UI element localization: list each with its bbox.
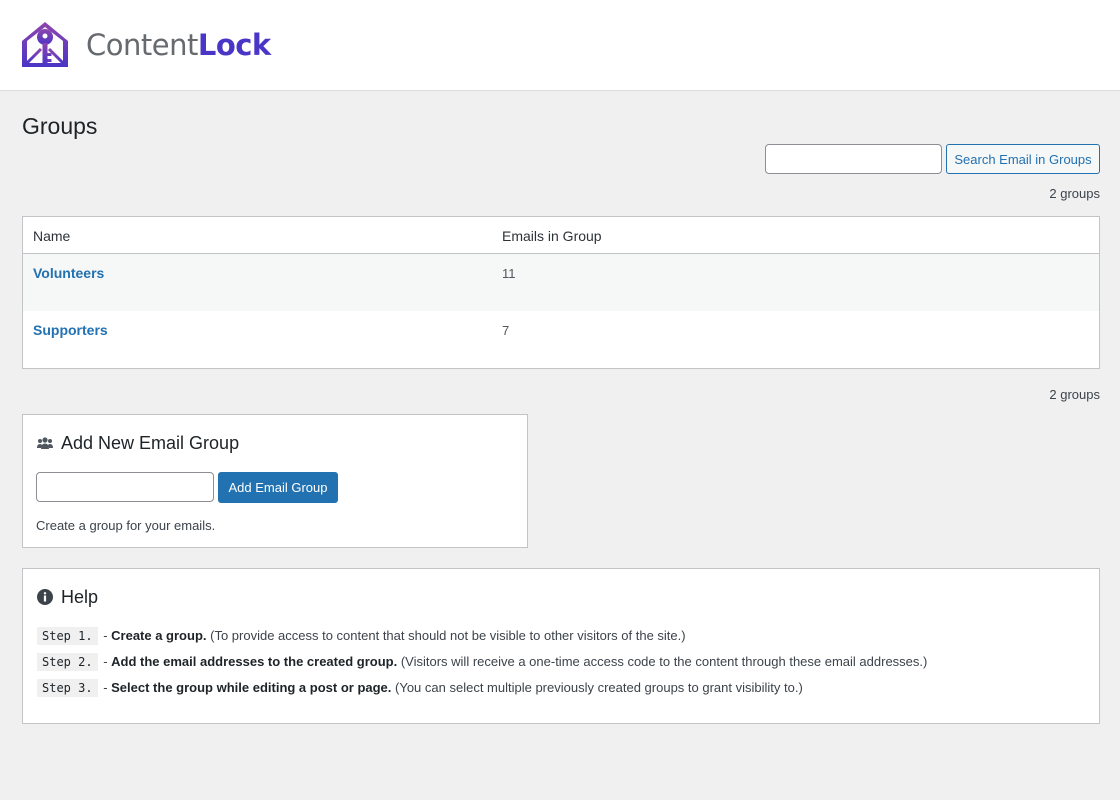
step-note: (To provide access to content that shoul…: [206, 628, 686, 643]
add-group-title: Add New Email Group: [61, 433, 240, 453]
groups-count-bottom: 2 groups: [1049, 387, 1100, 402]
step-action: Create a group.: [111, 628, 207, 643]
step-note: (Visitors will receive a one-time access…: [397, 654, 928, 669]
help-step-1: Step 1. - Create a group. (To provide ac…: [37, 627, 686, 645]
column-header-name[interactable]: Name: [33, 228, 70, 244]
logo-envelope-key-icon: [22, 22, 68, 67]
help-card: Help Step 1. - Create a group. (To provi…: [22, 568, 1100, 724]
step-code: Step 2.: [37, 653, 98, 671]
group-email-count: 11: [502, 266, 516, 281]
group-link-supporters[interactable]: Supporters: [33, 322, 108, 338]
add-group-card: Add New Email Group Add Email Group Crea…: [22, 414, 528, 548]
logo-text-content: Content: [86, 28, 198, 62]
logo-wordmark: ContentLock: [86, 27, 271, 63]
group-link-volunteers[interactable]: Volunteers: [33, 265, 104, 281]
step-code: Step 1.: [37, 627, 98, 645]
groups-table: Name Emails in Group Volunteers 11 Suppo…: [22, 216, 1100, 369]
add-group-heading: Add New Email Group: [37, 432, 239, 454]
step-note: (You can select multiple previously crea…: [391, 680, 803, 695]
page-title: Groups: [22, 113, 98, 139]
search-email-input[interactable]: [765, 144, 942, 174]
group-name-input[interactable]: [36, 472, 214, 502]
help-title: Help: [61, 587, 99, 607]
table-row: Volunteers 11: [23, 254, 1099, 311]
step-action: Select the group while editing a post or…: [111, 680, 392, 695]
help-step-3: Step 3. - Select the group while editing…: [37, 679, 803, 697]
info-icon: [37, 589, 53, 605]
groups-count-top: 2 groups: [1049, 186, 1100, 201]
group-email-count: 7: [502, 323, 510, 338]
logo-text-lock: Lock: [197, 28, 271, 62]
top-header: ContentLock: [0, 0, 1120, 91]
step-code: Step 3.: [37, 679, 98, 697]
table-row: Supporters 7: [23, 311, 1099, 368]
add-email-group-button[interactable]: Add Email Group: [218, 472, 338, 503]
help-step-2: Step 2. - Add the email addresses to the…: [37, 653, 928, 671]
add-group-description: Create a group for your emails.: [36, 518, 216, 533]
search-email-button[interactable]: Search Email in Groups: [946, 144, 1100, 174]
groups-icon: [37, 437, 53, 449]
step-action: Add the email addresses to the created g…: [111, 654, 398, 669]
table-header: Name Emails in Group: [23, 217, 1099, 254]
help-heading: Help: [37, 586, 98, 608]
column-header-emails[interactable]: Emails in Group: [502, 228, 602, 244]
